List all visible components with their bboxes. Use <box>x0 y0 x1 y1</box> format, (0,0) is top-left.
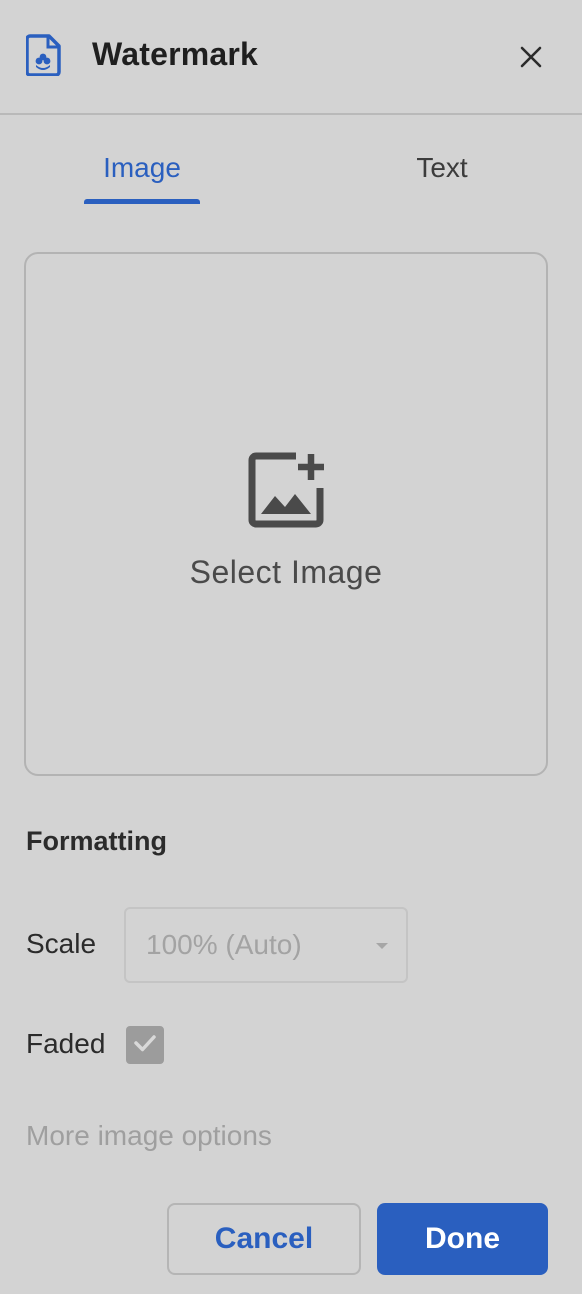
more-image-options-link[interactable]: More image options <box>26 1120 272 1152</box>
formatting-heading: Formatting <box>26 826 167 856</box>
done-button[interactable]: Done <box>377 1203 548 1275</box>
tab-text[interactable]: Text <box>384 152 500 204</box>
watermark-panel: Watermark Image Text Select Image Format… <box>0 0 582 1294</box>
tab-text-label: Text <box>416 152 468 183</box>
faded-checkbox[interactable] <box>126 1026 164 1064</box>
select-image-button[interactable]: Select Image <box>24 252 548 776</box>
tab-selected-indicator <box>84 199 200 204</box>
select-image-label: Select Image <box>189 554 383 590</box>
close-icon <box>519 45 543 74</box>
watermark-doc-icon <box>25 34 62 77</box>
add-photo-icon <box>248 450 328 530</box>
tab-image[interactable]: Image <box>84 152 200 204</box>
faded-label: Faded <box>26 1028 106 1059</box>
scale-label: Scale <box>26 928 97 959</box>
cancel-button[interactable]: Cancel <box>167 1203 361 1275</box>
panel-title: Watermark <box>92 36 259 72</box>
panel-header: Watermark <box>0 0 582 115</box>
scale-value: 100% (Auto) <box>146 929 302 960</box>
tab-image-label: Image <box>103 152 181 183</box>
chevron-down-icon <box>376 943 388 949</box>
scale-dropdown[interactable]: 100% (Auto) <box>124 907 408 983</box>
checkmark-icon <box>132 1030 158 1061</box>
close-button[interactable] <box>512 40 550 78</box>
